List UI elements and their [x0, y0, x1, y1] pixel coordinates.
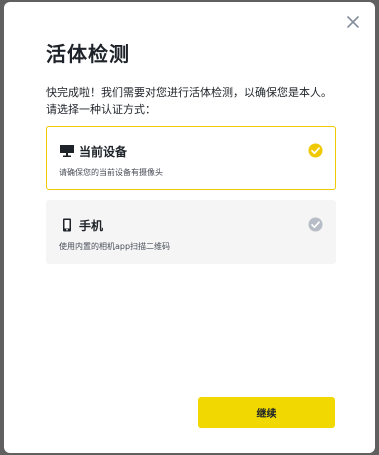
dialog-title: 活体检测: [46, 42, 130, 66]
continue-button[interactable]: 继续: [198, 397, 335, 428]
option-label: 当前设备: [79, 145, 128, 159]
check-circle-icon: [308, 143, 323, 158]
option-sublabel: 请确保您的当前设备有摄像头: [59, 168, 163, 177]
option-phone[interactable]: 手机 使用内置的相机app扫描二维码: [46, 200, 336, 264]
close-button[interactable]: [345, 14, 361, 30]
option-current-device[interactable]: 当前设备 请确保您的当前设备有摄像头: [46, 126, 336, 190]
close-icon: [347, 16, 359, 28]
option-sublabel: 使用内置的相机app扫描二维码: [59, 242, 171, 251]
phone-icon: [59, 218, 75, 232]
monitor-icon: [59, 144, 75, 158]
check-circle-icon: [308, 217, 323, 232]
option-label: 手机: [79, 219, 104, 233]
liveness-dialog: 活体检测 快完成啦！我们需要对您进行活体检测，以确保您是本人。请选择一种认证方式…: [4, 2, 375, 453]
dialog-description: 快完成啦！我们需要对您进行活体检测，以确保您是本人。请选择一种认证方式：: [46, 86, 332, 116]
